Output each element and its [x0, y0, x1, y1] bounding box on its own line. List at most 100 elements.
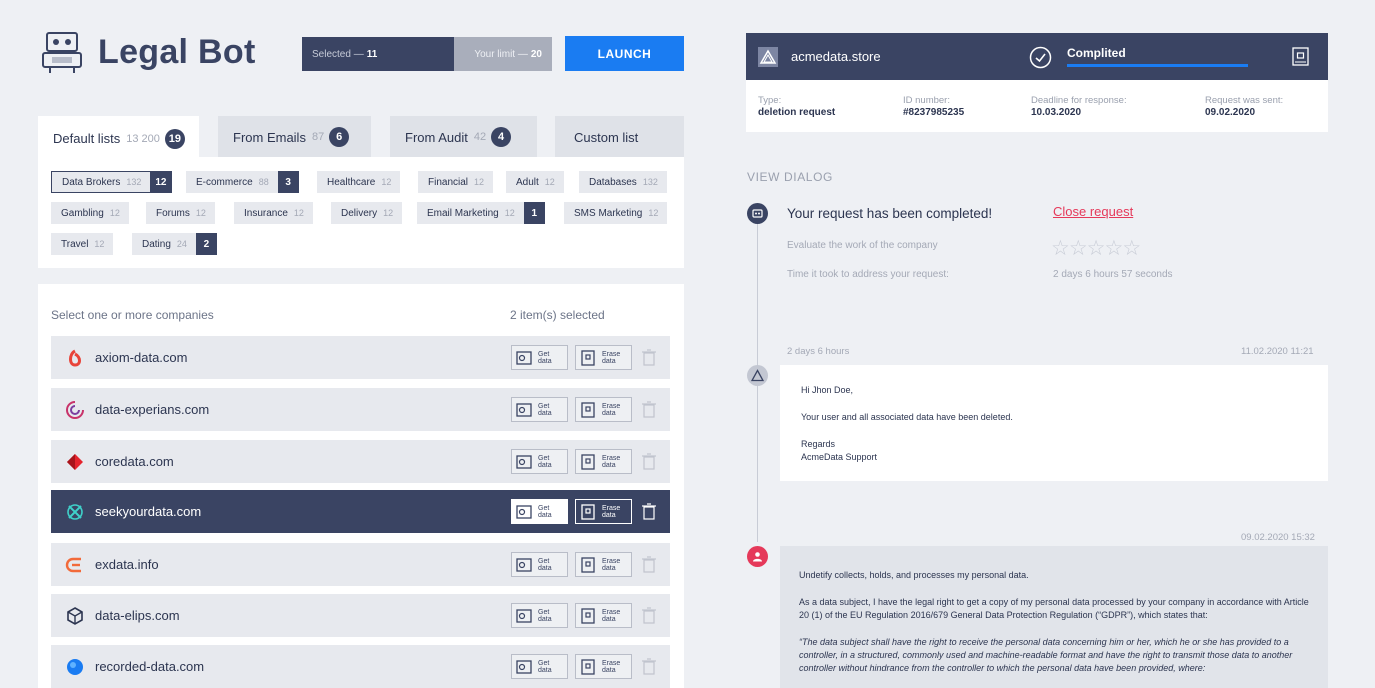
- category-chip[interactable]: Travel 12: [51, 233, 114, 255]
- get-data-button[interactable]: Get data: [511, 345, 568, 370]
- trash-icon[interactable]: [641, 658, 657, 675]
- erase-line1: Erase: [602, 350, 621, 358]
- trash-icon[interactable]: [641, 453, 657, 470]
- category-chip[interactable]: Forums 12: [146, 202, 215, 224]
- get-data-button[interactable]: Get data: [511, 499, 568, 524]
- category-chip[interactable]: Insurance 12: [234, 202, 313, 224]
- category-chip[interactable]: SMS Marketing 12: [564, 202, 668, 224]
- erase-data-button[interactable]: Erase data: [575, 345, 632, 370]
- close-request-link[interactable]: Close request: [1053, 204, 1133, 219]
- category-count: 12: [544, 177, 555, 187]
- erase-line2: data: [602, 511, 616, 519]
- get-line2: data: [538, 564, 552, 572]
- robot-logo-icon: [42, 32, 82, 73]
- tab-custom-list[interactable]: Custom list: [555, 116, 684, 158]
- category-chip[interactable]: Financial 12: [418, 171, 494, 193]
- get-line2: data: [538, 461, 552, 469]
- company-row[interactable]: recorded-data.com Get data Erase data: [51, 645, 670, 688]
- category-panel: Data Brokers 132 12 E-commerce 88 3 Healthca…: [38, 157, 684, 268]
- category-badge: 12: [150, 171, 172, 193]
- sent-date: 09.02.2020 15:32: [1241, 532, 1315, 543]
- reply-date: 11.02.2020 11:21: [1241, 346, 1314, 357]
- category-chip[interactable]: Delivery 12: [331, 202, 403, 224]
- tab-default-lists[interactable]: Default lists 13 200 19: [38, 116, 199, 161]
- category-label: Insurance: [244, 207, 288, 219]
- reply-signature: AcmeData Support: [801, 452, 878, 462]
- tab-badge: 6: [329, 127, 350, 147]
- trash-icon[interactable]: [641, 503, 657, 520]
- deadline-label: Deadline for response:: [1031, 95, 1127, 106]
- trash-icon[interactable]: [641, 349, 657, 366]
- request-header: acmedata.store Complited: [746, 33, 1328, 80]
- category-count: 24: [176, 239, 187, 249]
- erase-line2: data: [602, 564, 616, 572]
- brand: Legal Bot: [40, 30, 256, 74]
- category-chip[interactable]: Healthcare 12: [317, 171, 401, 193]
- get-data-button[interactable]: Get data: [511, 603, 568, 628]
- tab-from-audit[interactable]: From Audit 42 4: [390, 116, 537, 158]
- category-chip[interactable]: E-commerce 88 3: [186, 171, 299, 193]
- star-icon[interactable]: ☆: [1051, 237, 1070, 260]
- erase-data-button[interactable]: Erase data: [575, 654, 632, 679]
- trash-icon[interactable]: [641, 401, 657, 418]
- company-name: exdata.info: [95, 557, 159, 572]
- get-data-button[interactable]: Get data: [511, 654, 568, 679]
- company-row[interactable]: coredata.com Get data Erase data: [51, 440, 670, 483]
- app-title: Legal Bot: [98, 32, 256, 71]
- erase-data-button[interactable]: Erase data: [575, 449, 632, 474]
- category-chip[interactable]: Dating 24 2: [132, 233, 217, 255]
- category-label: Data Brokers: [62, 176, 121, 188]
- category-chip[interactable]: Databases 132: [579, 171, 667, 193]
- erase-data-button[interactable]: Erase data: [575, 603, 632, 628]
- star-icon[interactable]: ☆: [1069, 237, 1088, 260]
- request-domain: acmedata.store: [791, 49, 881, 64]
- company-row[interactable]: data-elips.com Get data Erase data: [51, 594, 670, 637]
- category-chip[interactable]: Data Brokers 132 12: [51, 171, 173, 193]
- get-data-button[interactable]: Get data: [511, 552, 568, 577]
- request-paragraph: As a data subject, I have the legal righ…: [799, 597, 1309, 620]
- coredata-logo-icon: [67, 453, 83, 470]
- category-label: Healthcare: [327, 176, 376, 188]
- get-data-button[interactable]: Get data: [511, 397, 568, 422]
- view-dialog-heading: VIEW DIALOG: [747, 170, 833, 184]
- erase-data-button[interactable]: Erase data: [575, 499, 632, 524]
- bot-icon: [752, 209, 763, 218]
- tab-label: From Audit: [405, 129, 468, 145]
- trash-icon[interactable]: [641, 607, 657, 624]
- company-row[interactable]: exdata.info Get data Erase data: [51, 543, 670, 586]
- company-row[interactable]: data-experians.com Get data Erase data: [51, 388, 670, 431]
- star-icon[interactable]: ☆: [1087, 237, 1106, 260]
- erase-data-button[interactable]: Erase data: [575, 397, 632, 422]
- star-icon[interactable]: ☆: [1104, 237, 1123, 260]
- tab-label: Custom list: [574, 129, 639, 145]
- exdata-logo-icon: [65, 557, 81, 572]
- get-data-button[interactable]: Get data: [511, 449, 568, 474]
- erase-data-button[interactable]: Erase data: [575, 552, 632, 577]
- axiom-logo-icon: [69, 349, 81, 367]
- company-name: data-elips.com: [95, 608, 180, 623]
- category-chip[interactable]: Email Marketing 12 1: [417, 202, 545, 224]
- get-data-icon: [516, 350, 532, 365]
- category-chip[interactable]: Gambling 12: [51, 202, 129, 224]
- rating-stars[interactable]: ☆☆☆☆☆: [1051, 236, 1141, 261]
- category-chip[interactable]: Adult 12: [506, 171, 564, 193]
- id-label: ID number:: [903, 95, 950, 106]
- category-label: Delivery: [341, 207, 378, 219]
- lock-icon[interactable]: [1292, 46, 1309, 67]
- category-count: 12: [293, 208, 304, 218]
- company-row[interactable]: axiom-data.com Get data Erase data: [51, 336, 670, 379]
- id-value: #8237985235: [903, 107, 965, 118]
- launch-button[interactable]: LAUNCH: [565, 36, 684, 71]
- trash-icon[interactable]: [641, 556, 657, 573]
- seekyourdata-logo-icon: [67, 503, 83, 520]
- companies-hint: Select one or more companies: [51, 308, 214, 322]
- tab-from-emails[interactable]: From Emails 87 6: [218, 116, 371, 158]
- company-triangle-icon: [751, 369, 764, 382]
- get-data-icon: [516, 659, 532, 674]
- star-icon[interactable]: ☆: [1122, 237, 1141, 260]
- company-row-selected[interactable]: seekyourdata.com Get data Erase data: [51, 490, 670, 533]
- erase-data-icon: [581, 556, 595, 573]
- limit-label: Your limit —: [474, 48, 528, 60]
- limit-counter: Your limit — 20: [454, 37, 552, 71]
- sent-value: 09.02.2020: [1205, 107, 1256, 118]
